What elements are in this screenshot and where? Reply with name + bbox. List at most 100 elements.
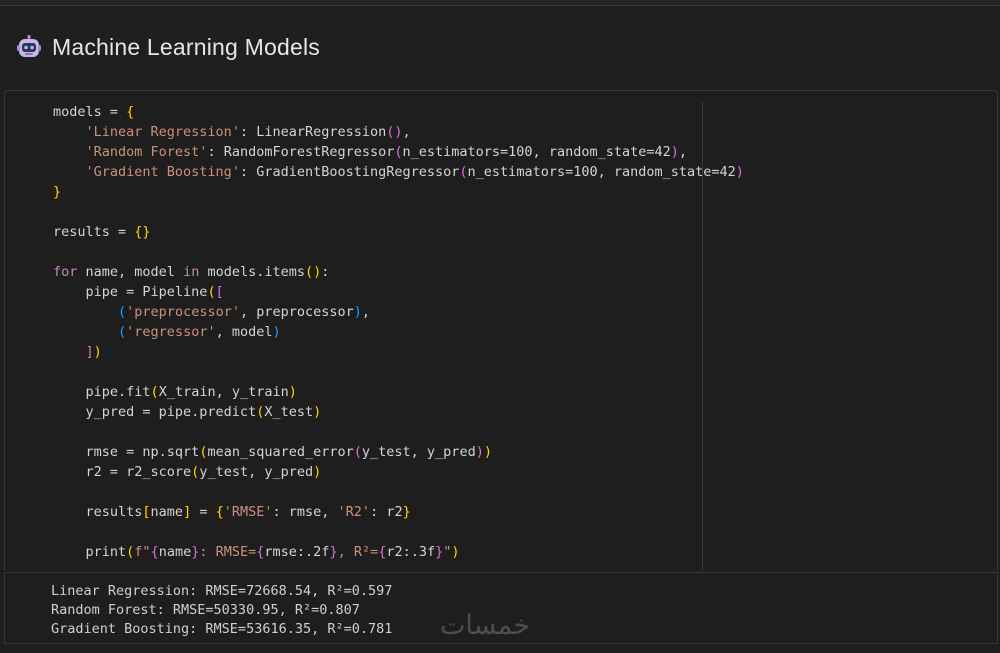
code-token: = [191, 504, 216, 520]
code-token: ( [353, 444, 362, 460]
code-token: y_pred = pipe.predict [53, 404, 257, 420]
code-line[interactable] [53, 522, 744, 542]
code-token: ( [150, 384, 159, 400]
code-token: r2:.3f [386, 544, 436, 560]
output-text: Linear Regression: RMSE=72668.54, R²=0.5… [51, 582, 392, 639]
code-line[interactable]: print(f"{name}: RMSE={rmse:.2f}, R²={r2:… [53, 542, 744, 562]
code-token: ) [451, 544, 460, 560]
code-token: } [53, 184, 62, 200]
code-line[interactable]: 'Random Forest': RandomForestRegressor(n… [53, 142, 744, 162]
output-line: Random Forest: RMSE=50330.95, R²=0.807 [51, 602, 360, 618]
code-token: models.items [199, 264, 305, 280]
code-editor[interactable]: models = { 'Linear Regression': LinearRe… [53, 102, 744, 562]
code-token: , [361, 304, 371, 320]
code-token: ( [118, 304, 127, 320]
code-token: , [678, 144, 688, 160]
code-token: [ [215, 284, 224, 300]
code-token: 'RMSE' [223, 504, 273, 520]
code-token: { [150, 544, 159, 560]
code-line[interactable] [53, 482, 744, 502]
code-token: , R²= [337, 544, 379, 560]
code-line[interactable]: y_pred = pipe.predict(X_test) [53, 402, 744, 422]
code-token: n_estimators=100, random_state=42 [402, 144, 671, 160]
code-line[interactable] [53, 202, 744, 222]
code-token: 'Random Forest' [85, 144, 208, 160]
code-token: : RMSE= [199, 544, 257, 560]
code-token: ( [118, 324, 127, 340]
code-token: models = [53, 104, 127, 120]
code-token: : GradientBoostingRegressor [239, 164, 460, 180]
code-token: , [402, 124, 411, 140]
code-line[interactable] [53, 362, 744, 382]
code-token: print [53, 544, 127, 560]
code-token: mean_squared_error [207, 444, 354, 460]
code-line[interactable]: ]) [53, 342, 744, 362]
code-token: X_train, y_train [158, 384, 289, 400]
code-token: () [305, 264, 322, 280]
code-line[interactable]: pipe.fit(X_train, y_train) [53, 382, 744, 402]
code-line[interactable]: 'Gradient Boosting': GradientBoostingReg… [53, 162, 744, 182]
code-token: f" [134, 544, 151, 560]
code-line[interactable]: r2 = r2_score(y_test, y_pred) [53, 462, 744, 482]
code-line[interactable]: ('regressor', model) [53, 322, 744, 342]
code-token: results [53, 504, 143, 520]
code-token: : [321, 264, 330, 280]
code-token: ) [483, 444, 492, 460]
code-line[interactable]: results[name] = {'RMSE': rmse, 'R2': r2} [53, 502, 744, 522]
code-token: y_test, y_pred [361, 444, 476, 460]
code-token: , preprocessor [239, 304, 354, 320]
top-strip [0, 0, 1000, 6]
code-token: 'Gradient Boosting' [85, 164, 240, 180]
code-line[interactable]: for name, model in models.items(): [53, 262, 744, 282]
code-token: : RandomForestRegressor [207, 144, 395, 160]
code-token: ) [313, 464, 322, 480]
code-token: name [150, 504, 184, 520]
code-token: r2 = r2_score [53, 464, 192, 480]
code-token: {} [134, 224, 151, 240]
code-token: name [158, 544, 192, 560]
code-token: : rmse, [272, 504, 338, 520]
code-token: 'regressor' [126, 324, 216, 340]
code-token: rmse = np.sqrt [53, 444, 200, 460]
code-cell[interactable]: models = { 'Linear Regression': LinearRe… [4, 90, 998, 570]
code-line[interactable]: 'Linear Regression': LinearRegression(), [53, 122, 744, 142]
section-header: Machine Learning Models [16, 30, 320, 64]
code-token: y_test, y_pred [199, 464, 314, 480]
code-token: ( [207, 284, 216, 300]
code-token: ) [735, 164, 744, 180]
code-line[interactable]: results = {} [53, 222, 744, 242]
code-token: : r2 [370, 504, 403, 520]
code-token: rmse:.2f [264, 544, 330, 560]
code-token: ] [183, 504, 192, 520]
robot-icon [17, 35, 41, 57]
code-token: } [402, 504, 411, 520]
code-token: [ [142, 504, 151, 520]
code-token: 'Linear Regression' [85, 124, 240, 140]
page-title: Machine Learning Models [52, 33, 320, 60]
output-line: Gradient Boosting: RMSE=53616.35, R²=0.7… [51, 621, 393, 637]
code-token: X_test [264, 404, 314, 420]
code-token: n_estimators=100, random_state=42 [467, 164, 736, 180]
output-line: Linear Regression: RMSE=72668.54, R²=0.5… [51, 583, 393, 599]
code-token: ) [313, 404, 322, 420]
code-token: name, model [77, 264, 184, 280]
code-token: 'R2' [337, 504, 371, 520]
code-line[interactable]: rmse = np.sqrt(mean_squared_error(y_test… [53, 442, 744, 462]
code-token: in [183, 264, 200, 280]
code-token: ) [93, 344, 102, 360]
code-line[interactable] [53, 242, 744, 262]
code-line[interactable]: } [53, 182, 744, 202]
code-token: for [53, 264, 78, 280]
code-line[interactable] [53, 422, 744, 442]
code-line[interactable]: pipe = Pipeline([ [53, 282, 744, 302]
code-token: () [386, 124, 403, 140]
code-line[interactable]: ('preprocessor', preprocessor), [53, 302, 744, 322]
code-line[interactable]: models = { [53, 102, 744, 122]
code-token: ( [459, 164, 468, 180]
